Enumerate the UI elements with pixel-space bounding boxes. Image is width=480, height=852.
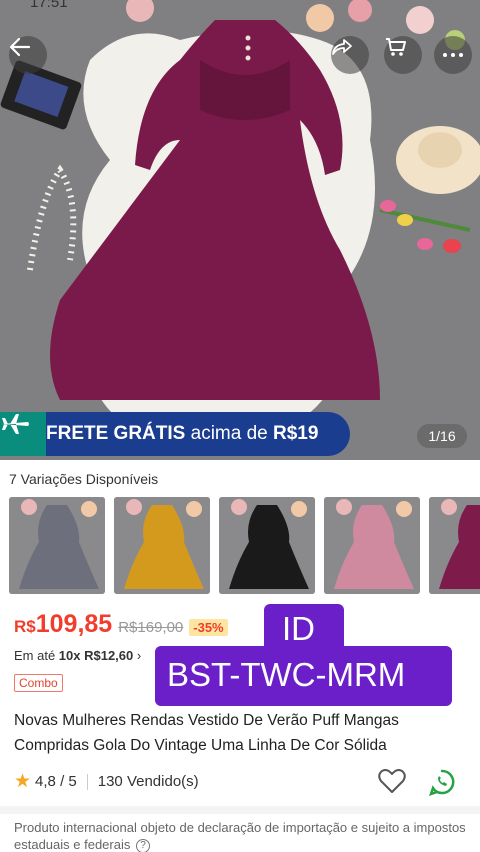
back-button[interactable] xyxy=(9,36,47,74)
variation-thumb-purple[interactable] xyxy=(429,497,480,594)
status-time: 17:51 xyxy=(30,0,68,11)
divider xyxy=(86,773,88,790)
help-icon[interactable]: ? xyxy=(135,838,150,852)
dress-thumbnail-black-icon xyxy=(219,497,315,594)
variation-thumb-black[interactable] xyxy=(219,497,315,594)
favorite-button[interactable] xyxy=(378,768,406,794)
arrow-left-icon xyxy=(9,37,31,57)
dot-icon xyxy=(443,53,447,57)
share-button[interactable] xyxy=(331,36,369,74)
price-currency: R$ xyxy=(14,617,36,636)
airplane-icon xyxy=(0,412,46,456)
id-overlay: ID BST-TWC-MRM xyxy=(155,604,452,706)
cart-button[interactable] xyxy=(384,36,422,74)
variations-title[interactable]: 7 Variações Disponíveis xyxy=(9,471,158,487)
product-title: Novas Mulheres Rendas Vestido De Verão P… xyxy=(14,712,399,754)
id-overlay-label: ID xyxy=(282,610,315,647)
variation-thumb-pink[interactable] xyxy=(324,497,420,594)
variation-thumb-yellow[interactable] xyxy=(114,497,210,594)
import-notice[interactable]: Produto internacional objeto de declaraç… xyxy=(14,819,470,852)
variation-list xyxy=(9,497,480,594)
price-value: 109,85 xyxy=(35,610,113,638)
more-options-button[interactable] xyxy=(434,36,472,74)
dot-icon xyxy=(459,53,463,57)
free-shipping-text: FRETE GRÁTIS acima de R$19 xyxy=(46,423,319,444)
dot-icon xyxy=(451,53,455,57)
cart-icon xyxy=(386,38,406,56)
dress-thumbnail-gray-icon xyxy=(9,497,105,594)
product-image-gallery[interactable]: 17:51 FRETE GRÁTIS acima de R$19 1/16 xyxy=(0,0,480,460)
dress-thumbnail-purple-icon xyxy=(429,497,480,594)
share-icon xyxy=(332,39,352,55)
whatsapp-share-button[interactable] xyxy=(428,768,456,796)
chevron-right-icon: › xyxy=(133,648,142,663)
dress-thumbnail-pink-icon xyxy=(324,497,420,594)
free-shipping-banner: FRETE GRÁTIS acima de R$19 xyxy=(0,412,350,456)
whatsapp-icon xyxy=(429,769,455,796)
heart-icon xyxy=(378,769,406,793)
sold-count: 130 Vendido(s) xyxy=(97,773,199,790)
combo-badge: Combo xyxy=(14,674,63,692)
section-divider xyxy=(0,806,480,814)
variation-thumb-gray[interactable] xyxy=(9,497,105,594)
dress-thumbnail-yellow-icon xyxy=(114,497,210,594)
image-pager: 1/16 xyxy=(417,424,467,448)
installment-link[interactable]: Em até 10x R$12,60 › xyxy=(14,648,141,663)
rating-row[interactable]: ★ 4,8 / 5 130 Vendido(s) xyxy=(14,770,199,793)
id-overlay-code: BST-TWC-MRM xyxy=(167,656,406,693)
rating-score: 4,8 / 5 xyxy=(35,773,77,790)
star-icon: ★ xyxy=(14,771,32,792)
